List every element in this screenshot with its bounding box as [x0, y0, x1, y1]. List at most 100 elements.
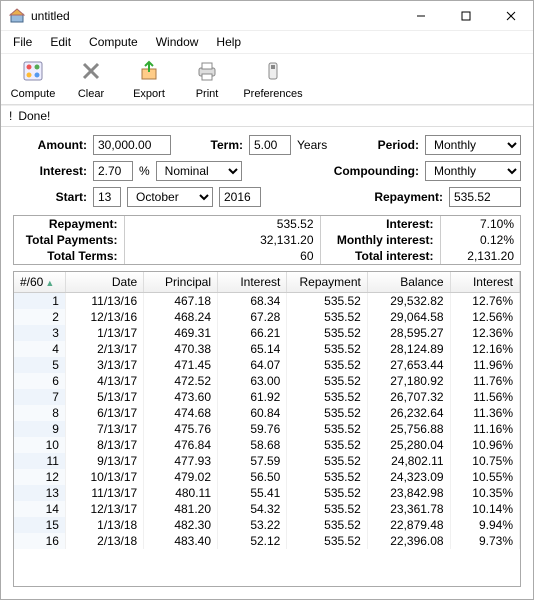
cell-int: 53.22	[218, 517, 287, 533]
percent-label: %	[139, 164, 150, 178]
cell-rep: 535.52	[287, 373, 368, 389]
cell-n: 8	[14, 405, 65, 421]
cell-bal: 27,653.44	[367, 357, 450, 373]
start-year-field[interactable]	[219, 187, 261, 207]
cell-n: 5	[14, 357, 65, 373]
table-row[interactable]: 64/13/17472.5263.00535.5227,180.9211.76%	[14, 373, 520, 389]
cell-rep: 535.52	[287, 341, 368, 357]
cell-int: 61.92	[218, 389, 287, 405]
repayment-label: Repayment:	[374, 190, 443, 204]
table-row[interactable]: 119/13/17477.9357.59535.5224,802.1110.75…	[14, 453, 520, 469]
cell-ipct: 9.73%	[450, 533, 519, 549]
cell-n: 16	[14, 533, 65, 549]
menu-file[interactable]: File	[5, 33, 40, 51]
titlebar: untitled	[1, 1, 533, 31]
print-button[interactable]: Print	[179, 55, 235, 103]
col-principal[interactable]: Principal	[144, 272, 218, 293]
repayment-field[interactable]	[449, 187, 521, 207]
cell-bal: 29,532.82	[367, 293, 450, 310]
cell-principal: 475.76	[144, 421, 218, 437]
cell-int: 54.32	[218, 501, 287, 517]
cell-rep: 535.52	[287, 421, 368, 437]
cell-bal: 23,842.98	[367, 485, 450, 501]
table-row[interactable]: 53/13/17471.4564.07535.5227,653.4411.96%	[14, 357, 520, 373]
rate-type-select[interactable]: Nominal	[156, 161, 242, 181]
table-row[interactable]: 1210/13/17479.0256.50535.5224,323.0910.5…	[14, 469, 520, 485]
cell-rep: 535.52	[287, 485, 368, 501]
cell-ipct: 9.94%	[450, 517, 519, 533]
schedule-scroll[interactable]: #/60▲ Date Principal Interest Repayment …	[14, 272, 520, 586]
col-interest[interactable]: Interest	[218, 272, 287, 293]
compute-icon	[21, 59, 45, 86]
cell-n: 13	[14, 485, 65, 501]
col-interest-pct[interactable]: Interest	[450, 272, 519, 293]
table-row[interactable]: 1311/13/17480.1155.41535.5223,842.9810.3…	[14, 485, 520, 501]
table-row[interactable]: 162/13/18483.4052.12535.5222,396.089.73%	[14, 533, 520, 549]
preferences-button[interactable]: Preferences	[237, 55, 309, 103]
table-row[interactable]: 108/13/17476.8458.68535.5225,280.0410.96…	[14, 437, 520, 453]
cell-date: 10/13/17	[65, 469, 143, 485]
cell-date: 12/13/17	[65, 501, 143, 517]
cell-rep: 535.52	[287, 517, 368, 533]
summary-interest-label: Interest:	[320, 216, 440, 232]
cell-date: 2/13/18	[65, 533, 143, 549]
menu-edit[interactable]: Edit	[42, 33, 79, 51]
cell-principal: 467.18	[144, 293, 218, 310]
col-repayment[interactable]: Repayment	[287, 272, 368, 293]
interest-label: Interest:	[13, 164, 87, 178]
compounding-select[interactable]: Monthly	[425, 161, 521, 181]
window-title: untitled	[31, 9, 398, 23]
cell-n: 4	[14, 341, 65, 357]
table-row[interactable]: 212/13/16468.2467.28535.5229,064.5812.56…	[14, 309, 520, 325]
start-day-field[interactable]	[93, 187, 121, 207]
col-balance[interactable]: Balance	[367, 272, 450, 293]
cell-int: 64.07	[218, 357, 287, 373]
start-month-select[interactable]: October	[127, 187, 213, 207]
cell-principal: 477.93	[144, 453, 218, 469]
table-row[interactable]: 86/13/17474.6860.84535.5226,232.6411.36%	[14, 405, 520, 421]
summary-interest-value: 7.10%	[440, 216, 520, 232]
clear-icon	[79, 59, 103, 86]
term-field[interactable]	[249, 135, 291, 155]
amount-field[interactable]	[93, 135, 171, 155]
cell-principal: 471.45	[144, 357, 218, 373]
cell-date: 2/13/17	[65, 341, 143, 357]
menu-compute[interactable]: Compute	[81, 33, 146, 51]
compute-button[interactable]: Compute	[5, 55, 61, 103]
export-button[interactable]: Export	[121, 55, 177, 103]
cell-principal: 476.84	[144, 437, 218, 453]
summary-monthly-interest-label: Monthly interest:	[320, 232, 440, 248]
cell-ipct: 12.36%	[450, 325, 519, 341]
summary-total-payments-value: 32,131.20	[124, 232, 320, 248]
menu-help[interactable]: Help	[208, 33, 249, 51]
close-button[interactable]	[488, 1, 533, 31]
table-row[interactable]: 42/13/17470.3865.14535.5228,124.8912.16%	[14, 341, 520, 357]
cell-bal: 22,396.08	[367, 533, 450, 549]
term-label: Term:	[177, 138, 243, 152]
table-row[interactable]: 75/13/17473.6061.92535.5226,707.3211.56%	[14, 389, 520, 405]
cell-bal: 23,361.78	[367, 501, 450, 517]
clear-button[interactable]: Clear	[63, 55, 119, 103]
cell-date: 4/13/17	[65, 373, 143, 389]
maximize-button[interactable]	[443, 1, 488, 31]
table-row[interactable]: 1412/13/17481.2054.32535.5223,361.7810.1…	[14, 501, 520, 517]
col-date[interactable]: Date	[65, 272, 143, 293]
interest-field[interactable]	[93, 161, 133, 181]
col-index[interactable]: #/60▲	[14, 272, 65, 293]
cell-principal: 479.02	[144, 469, 218, 485]
summary-repayment-value: 535.52	[124, 216, 320, 232]
app-icon	[9, 8, 25, 24]
table-row[interactable]: 111/13/16467.1868.34535.5229,532.8212.76…	[14, 293, 520, 310]
cell-n: 15	[14, 517, 65, 533]
table-row[interactable]: 151/13/18482.3053.22535.5222,879.489.94%	[14, 517, 520, 533]
period-select[interactable]: Monthly	[425, 135, 521, 155]
minimize-button[interactable]	[398, 1, 443, 31]
table-row[interactable]: 31/13/17469.3166.21535.5228,595.2712.36%	[14, 325, 520, 341]
summary-panel: Repayment: 535.52 Interest: 7.10% Total …	[13, 215, 521, 265]
menu-window[interactable]: Window	[148, 33, 207, 51]
table-row[interactable]: 97/13/17475.7659.76535.5225,756.8811.16%	[14, 421, 520, 437]
cell-bal: 26,707.32	[367, 389, 450, 405]
cell-int: 55.41	[218, 485, 287, 501]
cell-bal: 28,595.27	[367, 325, 450, 341]
cell-principal: 481.20	[144, 501, 218, 517]
